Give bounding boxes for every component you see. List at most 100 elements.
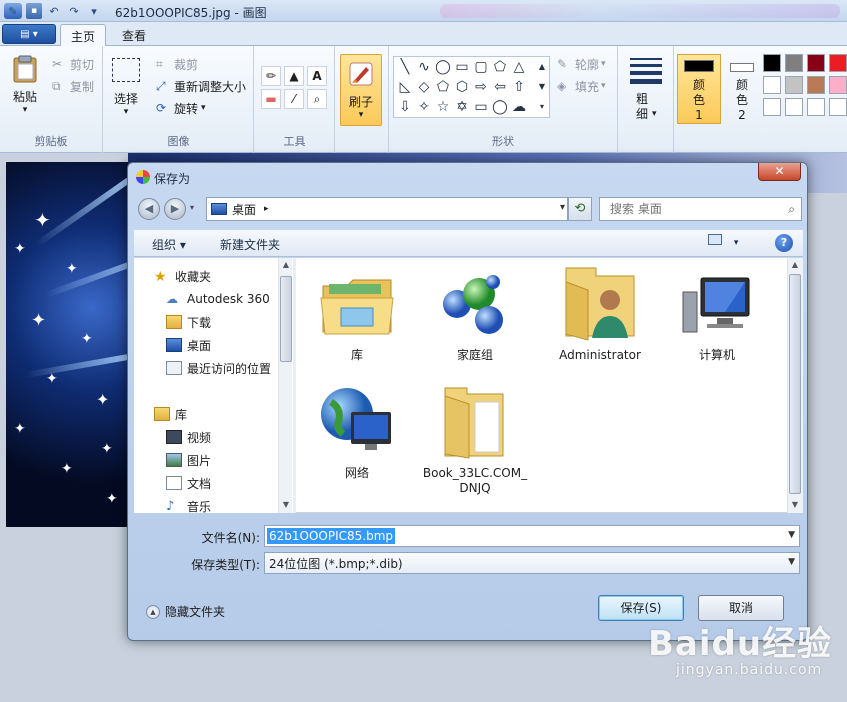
color2-button[interactable]: 颜色 2 <box>720 54 764 124</box>
pencil-icon[interactable]: ✏ <box>261 66 281 86</box>
sidebar-item-documents[interactable]: 文档 <box>166 473 294 493</box>
filename-field[interactable]: 62b1OOOPIC85.bmp ▼ <box>264 525 800 547</box>
palette-swatch[interactable] <box>785 76 803 94</box>
rounded-rectangle-shape-icon[interactable]: ▢ <box>473 59 489 75</box>
paste-button[interactable]: 粘贴 ▾ <box>10 54 40 115</box>
shapes-scroll-down-icon[interactable]: ▼ <box>534 79 550 95</box>
right-triangle-shape-icon[interactable]: ◺ <box>397 79 413 95</box>
resize-button[interactable]: ⤢ 重新调整大小 <box>156 77 246 95</box>
breadcrumb-chevron-icon[interactable]: ▸ <box>264 204 269 214</box>
brushes-button[interactable]: 刷子 ▾ <box>340 54 382 126</box>
cut-button[interactable]: ✂ 剪切 <box>52 55 94 73</box>
filetype-dropdown-icon[interactable]: ▼ <box>788 557 795 567</box>
shapes-more-icon[interactable]: ▾ <box>534 99 550 115</box>
refresh-icon[interactable]: ⟲ <box>568 197 592 221</box>
hexagon-shape-icon[interactable]: ⬡ <box>454 79 470 95</box>
file-item[interactable]: Book_33LC.COM_DNJQ <box>420 382 530 496</box>
scroll-down-icon[interactable]: ▼ <box>788 498 802 512</box>
sidebar-item-downloads[interactable]: 下载 <box>166 312 294 332</box>
recent-dropdown-icon[interactable]: ▾ <box>190 203 194 212</box>
sidebar-item-recent-places[interactable]: 最近访问的位置 <box>166 358 294 378</box>
search-box[interactable]: ⌕ <box>599 197 802 221</box>
rectangle-shape-icon[interactable]: ▭ <box>454 59 470 75</box>
sidebar-item-favorites[interactable]: ★ 收藏夹 <box>154 266 294 286</box>
arrow-up-shape-icon[interactable]: ⇧ <box>511 79 527 95</box>
magnifier-icon[interactable]: ⌕ <box>307 89 327 109</box>
shapes-scroll-up-icon[interactable]: ▲ <box>534 59 550 75</box>
search-input[interactable] <box>608 201 768 217</box>
cloud-shape-icon[interactable]: ☁ <box>511 99 527 115</box>
line-shape-icon[interactable]: ╲ <box>397 59 413 75</box>
sidebar-item-autodesk-360[interactable]: ☁ Autodesk 360 <box>166 289 294 309</box>
tab-view[interactable]: 查看 <box>112 24 156 46</box>
organize-menu[interactable]: 组织 ▾ <box>152 236 186 253</box>
six-point-star-shape-icon[interactable]: ✡ <box>454 99 470 115</box>
forward-arrow-icon[interactable]: ▶ <box>164 198 186 220</box>
color-picker-icon[interactable]: ⁄ <box>284 89 304 109</box>
scroll-down-icon[interactable]: ▼ <box>279 498 293 512</box>
palette-swatch[interactable] <box>763 76 781 94</box>
search-icon[interactable]: ⌕ <box>788 202 795 217</box>
select-button[interactable]: 选择 ▾ <box>112 58 140 117</box>
filename-input[interactable]: 62b1OOOPIC85.bmp <box>267 528 396 544</box>
sidebar-item-music[interactable]: ♪ 音乐 <box>166 496 294 513</box>
filename-dropdown-icon[interactable]: ▼ <box>788 530 795 540</box>
navigation-scrollbar[interactable]: ▲ ▼ <box>278 258 292 513</box>
crop-button[interactable]: ⌗ 裁剪 <box>156 55 198 73</box>
sidebar-item-libraries[interactable]: 库 <box>154 404 294 424</box>
help-icon[interactable]: ? <box>775 234 793 252</box>
file-item[interactable]: 家庭组 <box>420 264 530 363</box>
sidebar-item-pictures[interactable]: 图片 <box>166 450 294 470</box>
scroll-up-icon[interactable]: ▲ <box>279 258 293 272</box>
fill-bucket-icon[interactable]: ▲ <box>284 66 304 86</box>
palette-swatch[interactable] <box>829 76 847 94</box>
file-item[interactable]: 库 <box>302 264 412 363</box>
color1-button[interactable]: 颜色 1 <box>677 54 721 124</box>
rotate-button[interactable]: ⟳ 旋转 ▾ <box>156 99 206 117</box>
sidebar-item-desktop[interactable]: 桌面 <box>166 335 294 355</box>
size-group[interactable]: 粗细 ▾ <box>619 46 674 153</box>
polygon-shape-icon[interactable]: ⬠ <box>492 59 508 75</box>
palette-swatch[interactable] <box>807 76 825 94</box>
palette-swatch[interactable] <box>763 98 781 116</box>
file-item[interactable]: 网络 <box>302 382 412 481</box>
palette-swatch[interactable] <box>807 54 825 72</box>
hide-folders-toggle[interactable]: ▲ 隐藏文件夹 <box>146 603 225 620</box>
four-point-star-shape-icon[interactable]: ✧ <box>416 99 432 115</box>
callout-oval-shape-icon[interactable]: ◯ <box>492 99 508 115</box>
scroll-up-icon[interactable]: ▲ <box>788 258 802 272</box>
undo-icon[interactable]: ↶ <box>46 3 62 19</box>
pentagon-shape-icon[interactable]: ⬠ <box>435 79 451 95</box>
fill-button[interactable]: ◈ 填充 ▾ <box>557 77 606 95</box>
arrow-down-shape-icon[interactable]: ⇩ <box>397 99 413 115</box>
paint-app-icon[interactable]: ✎ <box>4 3 22 19</box>
palette-swatch[interactable] <box>785 98 803 116</box>
file-item[interactable]: 计算机 <box>662 264 772 363</box>
new-folder-button[interactable]: 新建文件夹 <box>220 236 280 253</box>
curve-shape-icon[interactable]: ∿ <box>416 59 432 75</box>
outline-button[interactable]: ✎ 轮廓 ▾ <box>557 55 606 73</box>
canvas-image[interactable]: ✦ ✦ ✦ ✦ ✦ ✦ ✦ ✦ ✦ ✦ ✦ <box>6 162 128 527</box>
palette-swatch[interactable] <box>763 54 781 72</box>
scrollbar-thumb[interactable] <box>280 276 292 362</box>
palette-swatch[interactable] <box>829 54 847 72</box>
filetype-select[interactable]: 24位位图 (*.bmp;*.dib) ▼ <box>264 552 800 574</box>
customize-dropdown-icon[interactable]: ▾ <box>86 3 102 19</box>
callout-rect-shape-icon[interactable]: ▭ <box>473 99 489 115</box>
triangle-shape-icon[interactable]: △ <box>511 59 527 75</box>
eraser-icon[interactable]: ▬ <box>261 89 281 109</box>
files-scrollbar[interactable]: ▲ ▼ <box>787 258 803 513</box>
save-icon[interactable]: ▪ <box>26 3 42 19</box>
palette-swatch[interactable] <box>785 54 803 72</box>
copy-button[interactable]: ⧉ 复制 <box>52 77 94 95</box>
oval-shape-icon[interactable]: ◯ <box>435 59 451 75</box>
address-dropdown-icon[interactable]: ▾ <box>560 202 565 213</box>
arrow-right-shape-icon[interactable]: ⇨ <box>473 79 489 95</box>
text-tool-icon[interactable]: A <box>307 66 327 86</box>
paint-menu-button[interactable]: ▤ ▾ <box>2 24 56 44</box>
palette-swatch[interactable] <box>807 98 825 116</box>
redo-icon[interactable]: ↷ <box>66 3 82 19</box>
sidebar-item-videos[interactable]: 视频 <box>166 427 294 447</box>
diamond-shape-icon[interactable]: ◇ <box>416 79 432 95</box>
scrollbar-thumb[interactable] <box>789 274 801 494</box>
